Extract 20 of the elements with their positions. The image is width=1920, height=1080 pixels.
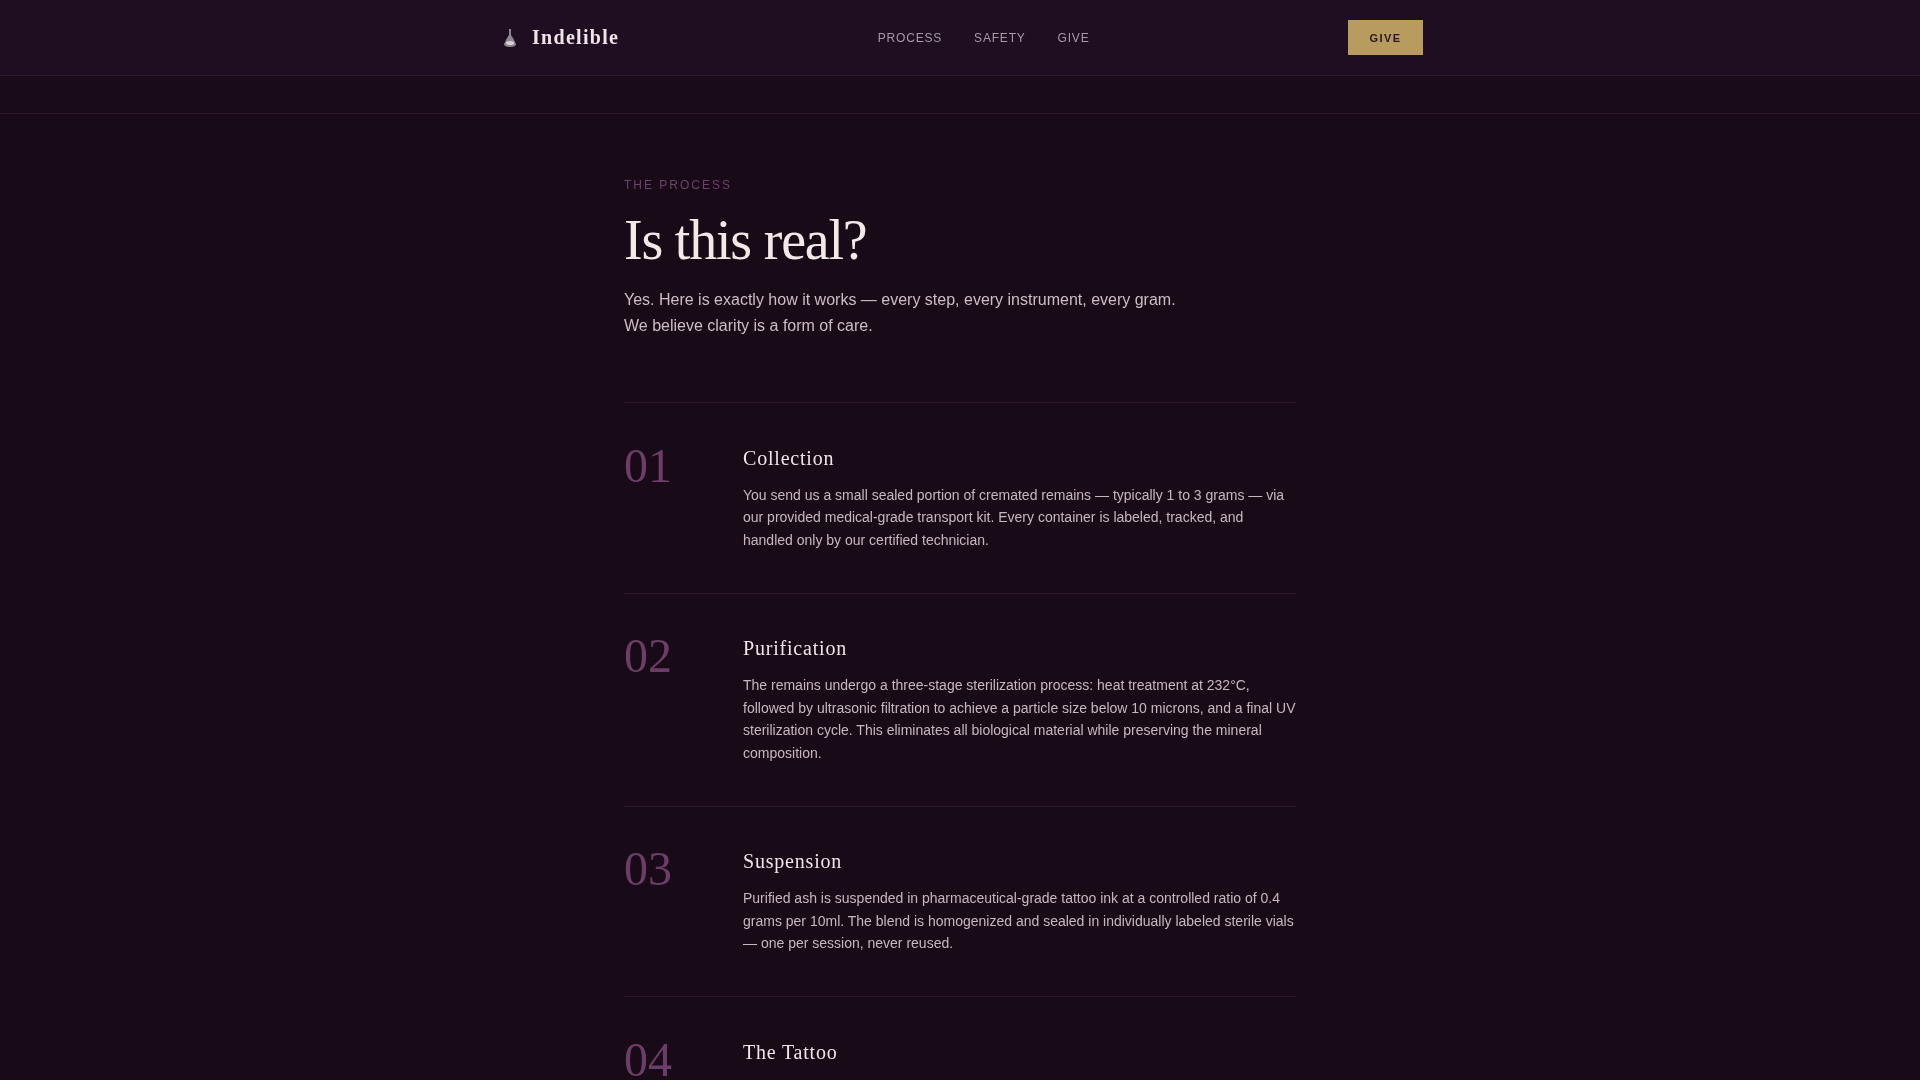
nav-link[interactable]: SAFETY: [974, 30, 1026, 45]
bottle-icon: [503, 28, 517, 47]
step-number: 02: [624, 638, 672, 674]
intro-paragraph: Yes. Here is exactly how it works — every step, every instrument, every gram. We believe clarity is a form of care.: [624, 290, 1177, 336]
step-title: Suspension: [743, 849, 844, 874]
step-title: The Tattoo: [743, 1039, 839, 1065]
step-title: Purification: [743, 636, 849, 661]
step-description: The remains undergo a three-stage sterilization process: heat treatment at 232°C, followed by ultrasonic filtration to achieve a particle size below 10 microns, and a final UV sterilization cycle. This eliminates all biological material while preserving the mineral composition.: [743, 676, 1296, 763]
nav-link[interactable]: PROCESS: [877, 30, 943, 45]
step-number: 03: [624, 851, 672, 887]
step-title: Collection: [743, 445, 836, 471]
step-description: You send us a small sealed portion of cremated remains — typically 1 to 3 grams — via our provided medical-grade transport kit. Every container is labeled, tracked, and handled only by our certified technician.: [743, 485, 1286, 550]
brand-name[interactable]: Indelible: [532, 26, 620, 49]
step-number: 01: [624, 447, 672, 484]
step-description: Purified ash is suspended in pharmaceutical-grade tattoo ink at a controlled ratio of 0.4 grams per 10ml. The blend is homogenized and sealed in individually labeled sterile vials — one per session, never reused.: [743, 889, 1295, 953]
section-eyebrow: THE PROCESS: [624, 177, 733, 194]
give-button[interactable]: GIVE: [1348, 20, 1423, 55]
step-number: 04: [624, 1041, 672, 1078]
nav-link[interactable]: GIVE: [1057, 30, 1090, 45]
page-title: Is this real?: [624, 209, 868, 271]
